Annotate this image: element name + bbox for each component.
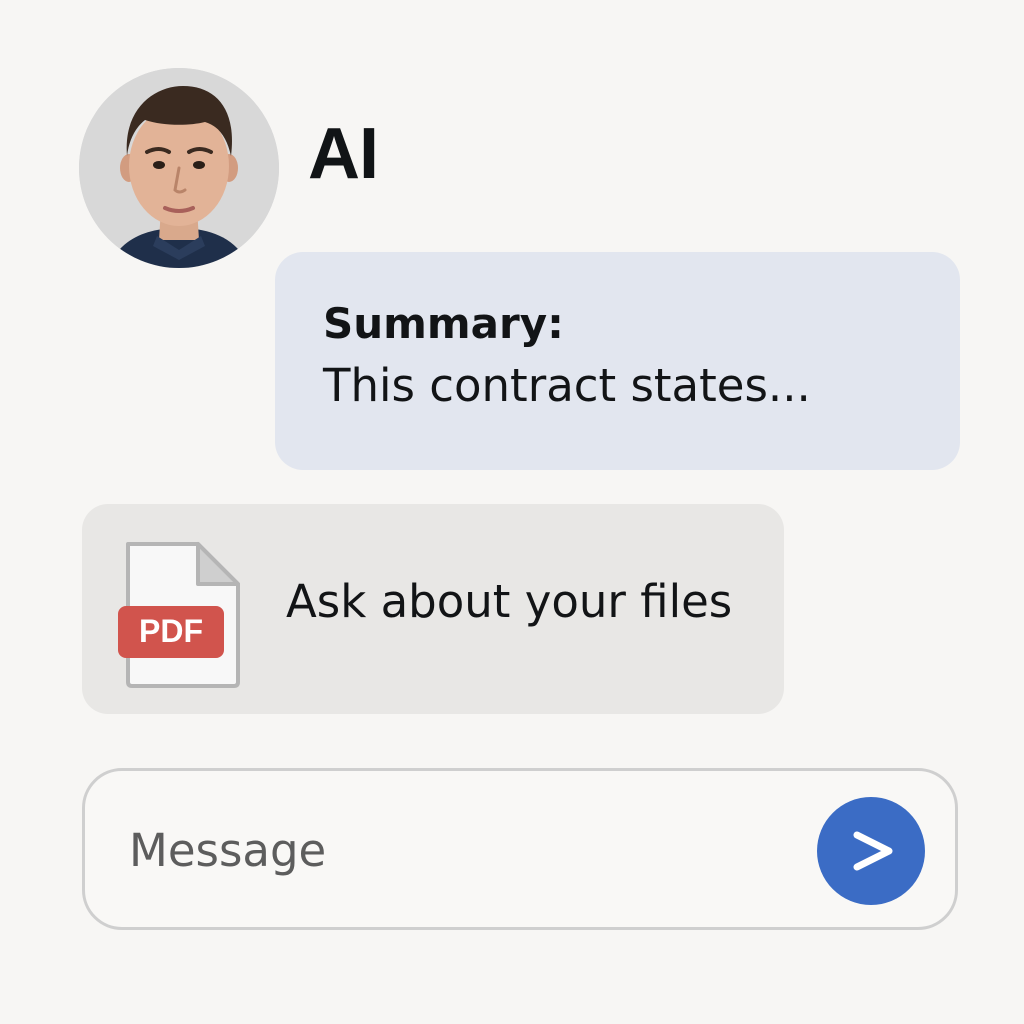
assistant-name: AI	[308, 114, 379, 194]
summary-text: This contract states...	[323, 359, 811, 412]
pdf-badge-label: PDF	[139, 613, 203, 649]
chevron-right-icon	[853, 831, 893, 871]
ask-files-card[interactable]: PDF Ask about your files	[82, 504, 784, 714]
message-input[interactable]	[129, 815, 769, 885]
summary-message-bubble: Summary: This contract states...	[275, 252, 960, 470]
message-composer	[82, 768, 958, 930]
summary-heading: Summary:	[323, 299, 564, 348]
avatar	[79, 68, 279, 268]
send-button[interactable]	[817, 797, 925, 905]
avatar-portrait	[79, 68, 279, 268]
pdf-file-icon: PDF	[118, 542, 240, 688]
ask-files-label: Ask about your files	[286, 575, 733, 628]
